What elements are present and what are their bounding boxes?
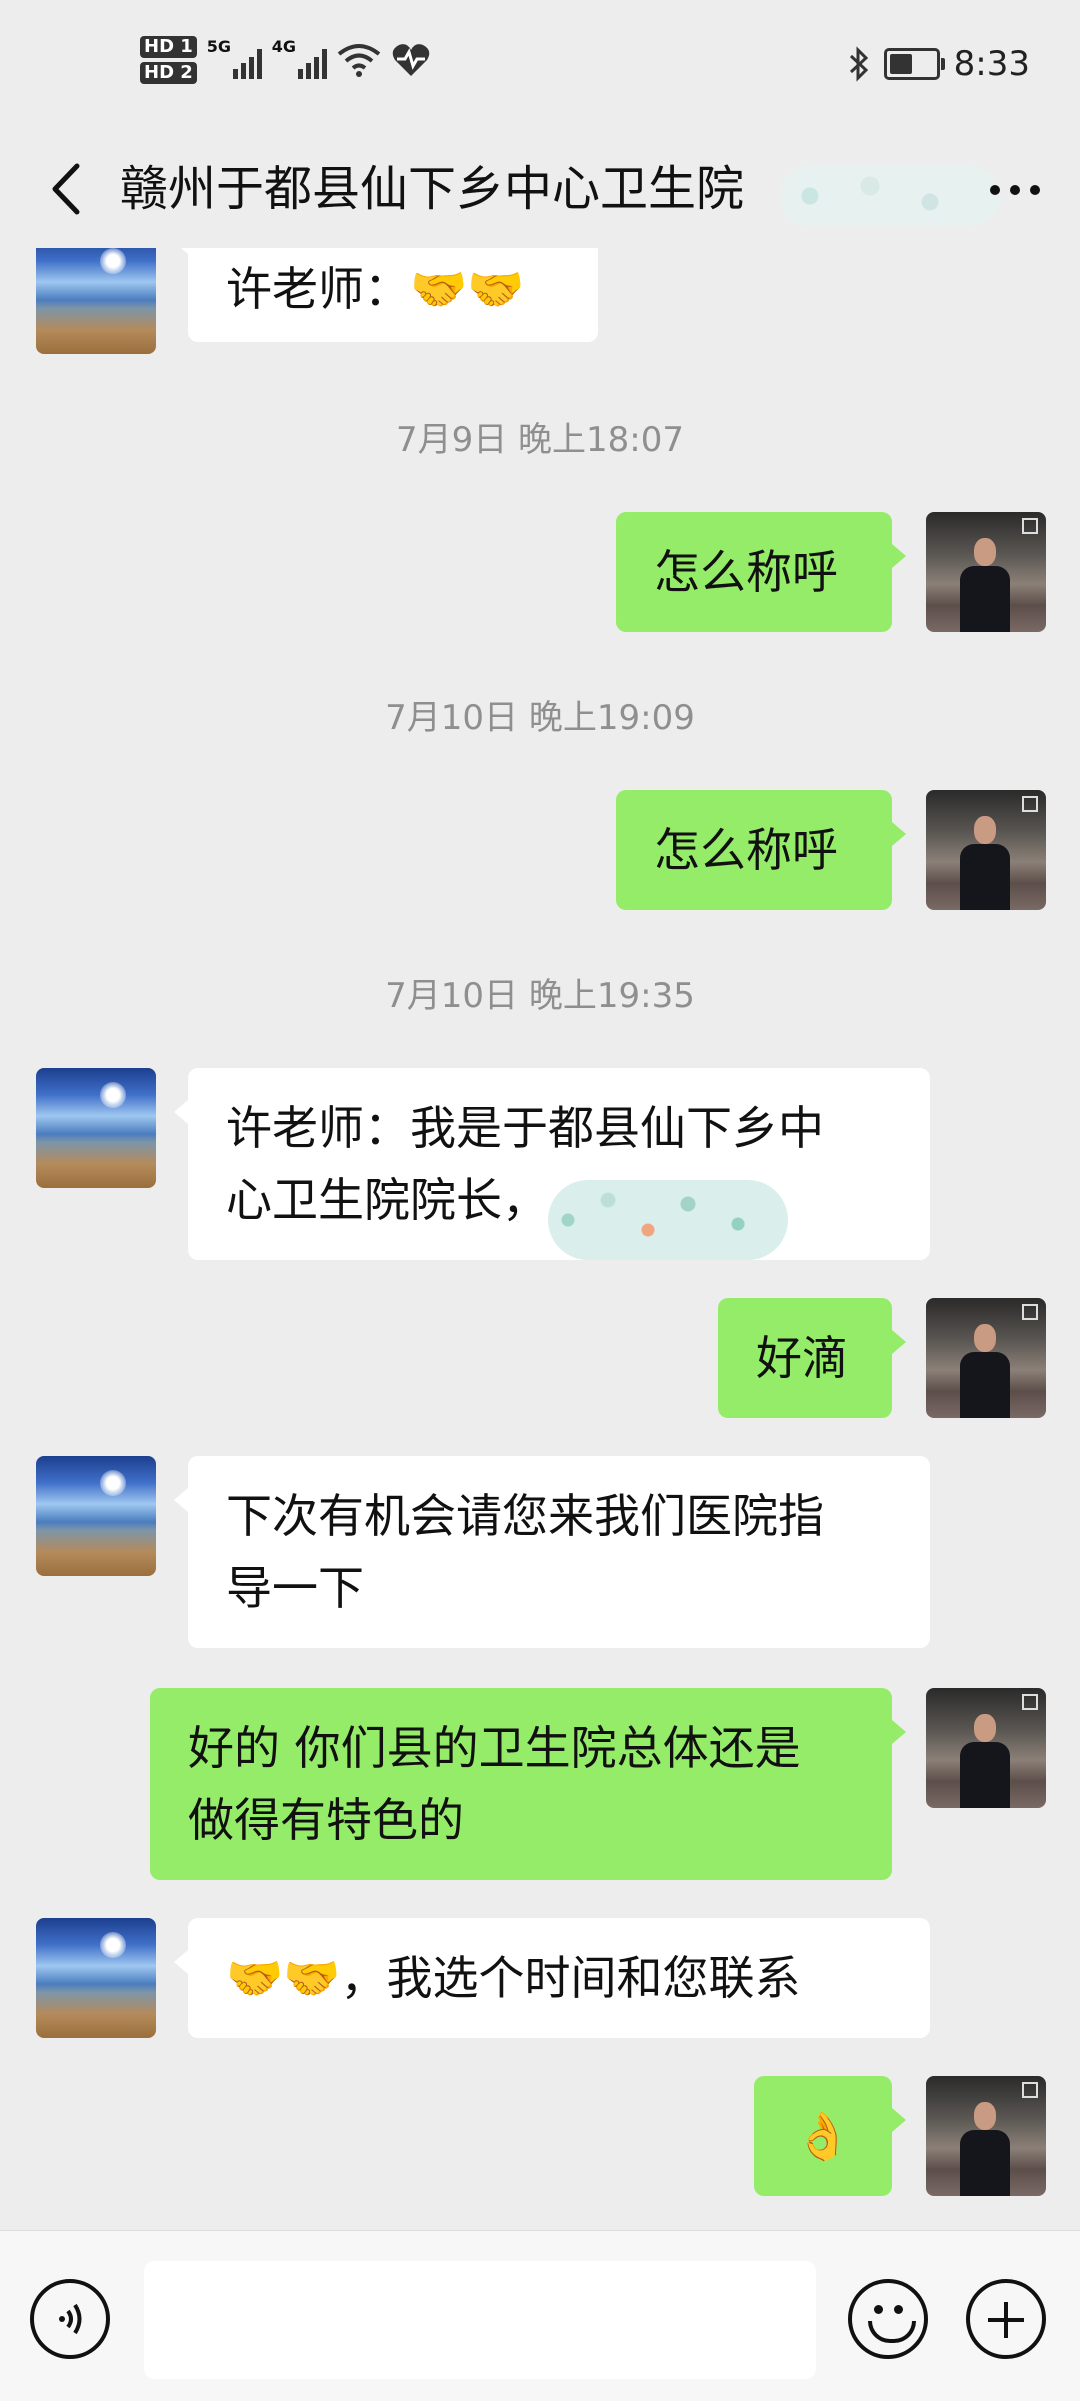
status-left: HD 1 HD 2 5G 4G xyxy=(140,32,431,88)
chat-header: 赣州于都县仙下乡中心卫生院 xyxy=(0,130,1080,248)
message-text-line-1: 下次有机会请您来我们医院指 xyxy=(226,1489,824,1543)
status-bar: HD 1 HD 2 5G 4G 8:33 xyxy=(0,0,1080,130)
battery-level xyxy=(889,54,912,74)
message-text-line-1: 许老师：我是于都县仙下乡中 xyxy=(226,1101,824,1155)
signal-icon-2: 4G xyxy=(272,37,327,79)
message-timestamp: 7月10日 晚上19:35 xyxy=(385,976,695,1016)
contact-avatar[interactable] xyxy=(36,1068,156,1188)
message-text: 许老师：🤝🤝 xyxy=(226,262,525,316)
message-input[interactable] xyxy=(144,2261,816,2379)
chevron-left-icon xyxy=(52,163,80,215)
battery-icon xyxy=(883,48,945,80)
plus-button[interactable] xyxy=(966,2279,1046,2359)
message-timestamp: 7月10日 晚上19:09 xyxy=(385,698,695,738)
wifi-icon xyxy=(337,44,381,77)
back-button[interactable] xyxy=(36,154,96,224)
my-avatar[interactable] xyxy=(926,1298,1046,1418)
input-bar xyxy=(0,2230,1080,2401)
message-bubble-sent[interactable]: 👌 xyxy=(754,2076,906,2196)
voice-icon xyxy=(59,2303,82,2335)
network-type-5g: 5G xyxy=(206,37,232,56)
message-bubble-received[interactable]: 许老师：🤝🤝 xyxy=(174,248,598,342)
message-text-line-1: 好的 你们县的卫生院总体还是 xyxy=(188,1721,801,1775)
message-bubble-received[interactable]: 许老师：我是于都县仙下乡中 心卫生院院长， xyxy=(174,1068,930,1260)
message-text: 🤝🤝，我选个时间和您联系 xyxy=(226,1951,801,2005)
text-redaction xyxy=(548,1180,788,1260)
my-avatar[interactable] xyxy=(926,2076,1046,2196)
message-bubble-received[interactable]: 🤝🤝，我选个时间和您联系 xyxy=(174,1918,930,2038)
message-bubble-sent[interactable]: 怎么称呼 xyxy=(616,512,906,632)
emoji-icon xyxy=(874,2305,883,2314)
message-text-line-2: 做得有特色的 xyxy=(188,1793,464,1847)
more-button[interactable] xyxy=(970,170,1060,210)
message-text: 👌 xyxy=(794,2109,852,2163)
heart-rate-icon xyxy=(392,44,430,76)
hd2-badge: HD 2 xyxy=(140,62,197,84)
message-bubble-received[interactable]: 下次有机会请您来我们医院指 导一下 xyxy=(174,1456,930,1648)
message-timestamp: 7月9日 晚上18:07 xyxy=(395,420,685,460)
my-avatar[interactable] xyxy=(926,1688,1046,1808)
voice-button[interactable] xyxy=(30,2279,110,2359)
hd1-badge: HD 1 xyxy=(140,36,197,58)
message-text: 好滴 xyxy=(756,1331,848,1385)
my-avatar[interactable] xyxy=(926,512,1046,632)
contact-avatar[interactable] xyxy=(36,1456,156,1576)
message-text-line-2: 导一下 xyxy=(226,1561,364,1615)
message-text: 怎么称呼 xyxy=(654,545,838,599)
message-bubble-sent[interactable]: 好的 你们县的卫生院总体还是 做得有特色的 xyxy=(150,1688,906,1880)
message-list[interactable]: 许老师：🤝🤝 7月9日 晚上18:07 怎么称呼 7月10日 晚上19:09 怎… xyxy=(0,248,1080,2230)
status-right: 8:33 xyxy=(848,44,1030,84)
message-bubble-sent[interactable]: 好滴 xyxy=(718,1298,906,1418)
message-text: 怎么称呼 xyxy=(654,823,838,877)
emoji-button[interactable] xyxy=(848,2279,928,2359)
title-redaction xyxy=(780,166,1000,226)
hd-badges: HD 1 HD 2 xyxy=(140,36,197,84)
more-dots-icon xyxy=(990,185,1000,195)
network-type-4g: 4G xyxy=(271,37,297,56)
clock: 8:33 xyxy=(953,44,1030,84)
contact-avatar[interactable] xyxy=(36,1918,156,2038)
bluetooth-icon xyxy=(849,46,868,82)
contact-avatar[interactable] xyxy=(36,248,156,354)
signal-icon: 5G xyxy=(207,37,262,79)
message-bubble-sent[interactable]: 怎么称呼 xyxy=(616,790,906,910)
my-avatar[interactable] xyxy=(926,790,1046,910)
